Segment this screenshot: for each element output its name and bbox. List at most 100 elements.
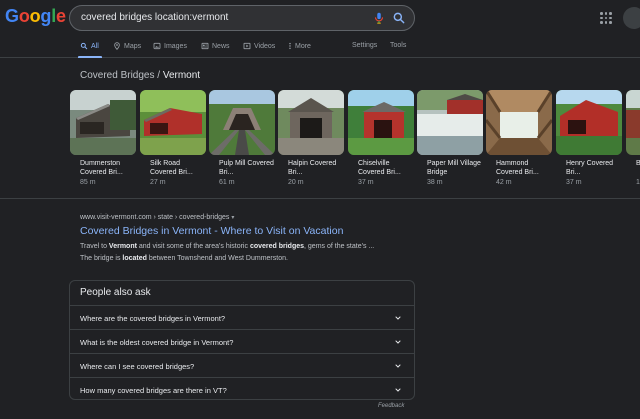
tab-all-label: All <box>91 42 99 50</box>
carousel-title-location[interactable]: Vermont <box>163 70 200 81</box>
card-distance: 14... <box>636 179 640 186</box>
snippet-text: The bridge is <box>80 255 123 262</box>
carousel-title: Covered Bridges / Vermont <box>80 70 200 81</box>
active-tab-indicator <box>78 56 102 58</box>
snippet-text: and visit some of the area's historic <box>136 243 250 250</box>
tab-videos-label: Videos <box>254 42 276 50</box>
url-menu-caret-icon[interactable]: ▾ <box>231 215 234 221</box>
chevron-down-icon <box>395 316 401 320</box>
search-result: www.visit-vermont.com › state › covered-… <box>80 214 420 265</box>
snippet-highlight: covered bridges <box>249 243 305 250</box>
snippet-highlight: located <box>122 255 147 262</box>
map-pin-icon <box>114 42 120 50</box>
paa-question-text: How many covered bridges are there in VT… <box>80 386 227 395</box>
apps-grid-icon[interactable] <box>600 12 612 24</box>
snippet-line: Travel to Vermont and visit some of the … <box>80 241 420 253</box>
search-input[interactable]: covered bridges location:vermont <box>81 12 228 23</box>
card-name: Dummerston Covered Bri... <box>80 160 123 176</box>
card-name: Paper Mill Village Bridge <box>427 160 481 176</box>
paa-question[interactable]: How many covered bridges are there in VT… <box>70 377 414 401</box>
carousel-card[interactable]: Dummerston Covered Bri... 85 m <box>70 90 136 187</box>
card-distance: 27 m <box>150 179 166 186</box>
account-avatar[interactable] <box>623 7 640 29</box>
carousel-card[interactable]: Bo... Co... 14... <box>626 90 640 187</box>
paa-question[interactable]: Where can I see covered bridges? <box>70 353 414 377</box>
section-divider <box>0 198 640 199</box>
feedback-link[interactable]: Feedback <box>378 403 404 409</box>
card-distance: 37 m <box>566 179 582 186</box>
tab-more[interactable]: More <box>288 42 311 50</box>
carousel-card[interactable]: Silk Road Covered Bri... 27 m <box>140 90 206 187</box>
result-url-text: www.visit-vermont.com › state › covered-… <box>80 214 230 221</box>
bridge-photo <box>626 90 640 155</box>
google-logo[interactable]: Google <box>5 6 66 27</box>
bridge-photo <box>140 90 206 155</box>
carousel-card[interactable]: Halpin Covered Bri... 20 m <box>278 90 344 187</box>
snippet-text: Travel to <box>80 243 109 250</box>
tab-all[interactable]: All <box>80 42 99 50</box>
tools-link[interactable]: Tools <box>390 42 406 49</box>
video-icon <box>243 42 251 50</box>
search-tabs: All Maps Images News Videos More Setting… <box>0 38 640 58</box>
snippet-text: between Townshend and West Dummerston. <box>146 255 288 262</box>
people-also-ask: People also ask Where are the covered br… <box>69 280 415 400</box>
card-name: Chiselville Covered Bri... <box>358 160 401 176</box>
tools-label: Tools <box>390 42 407 49</box>
tab-videos[interactable]: Videos <box>243 42 275 50</box>
bridge-photo <box>417 90 483 155</box>
card-distance: 85 m <box>80 179 96 186</box>
logo-letter: g <box>40 6 52 26</box>
tab-more-label: More <box>295 42 311 50</box>
logo-letter: e <box>56 6 66 26</box>
chevron-down-icon <box>395 340 401 344</box>
bridge-photo <box>209 90 275 155</box>
bridge-photo <box>486 90 552 155</box>
card-name: Bo... Co... <box>636 160 640 167</box>
card-name: Henry Covered Bri... <box>566 160 614 176</box>
card-distance: 37 m <box>358 179 374 186</box>
settings-label: Settings <box>352 42 378 49</box>
carousel-card[interactable]: Pulp Mill Covered Bri... 61 m <box>209 90 275 187</box>
carousel-title-separator: / <box>157 70 161 81</box>
card-distance: 20 m <box>288 179 304 186</box>
chevron-down-icon <box>395 388 401 392</box>
logo-letter: o <box>29 6 41 26</box>
tab-maps[interactable]: Maps <box>113 42 141 50</box>
tab-maps-label: Maps <box>124 42 142 50</box>
snippet-text: , gems of the state's ... <box>304 243 375 250</box>
tab-news-label: News <box>212 42 230 50</box>
result-url[interactable]: www.visit-vermont.com › state › covered-… <box>80 214 420 221</box>
result-title-link[interactable]: Covered Bridges in Vermont - Where to Vi… <box>80 225 420 237</box>
search-box[interactable]: covered bridges location:vermont <box>69 5 415 31</box>
card-name: Halpin Covered Bri... <box>288 160 337 176</box>
carousel-card[interactable]: Henry Covered Bri... 37 m <box>556 90 622 187</box>
paa-heading: People also ask <box>80 287 151 298</box>
card-name: Silk Road Covered Bri... <box>150 160 193 176</box>
paa-question-text: Where can I see covered bridges? <box>80 362 195 371</box>
bridge-photo <box>556 90 622 155</box>
carousel-card[interactable]: Chiselville Covered Bri... 37 m <box>348 90 414 187</box>
logo-letter: G <box>5 6 19 26</box>
settings-link[interactable]: Settings <box>352 42 377 49</box>
microphone-icon[interactable] <box>372 11 386 25</box>
snippet-highlight: Vermont <box>108 243 137 250</box>
paa-question-text: Where are the covered bridges in Vermont… <box>80 314 226 323</box>
paa-question[interactable]: What is the oldest covered bridge in Ver… <box>70 329 414 353</box>
bridges-carousel[interactable]: Dummerston Covered Bri... 85 m Silk Road… <box>70 90 640 190</box>
tab-news[interactable]: News <box>201 42 230 50</box>
paa-question[interactable]: Where are the covered bridges in Vermont… <box>70 305 414 329</box>
image-icon <box>153 42 161 50</box>
tab-images[interactable]: Images <box>153 42 187 50</box>
news-icon <box>201 42 209 50</box>
search-icon[interactable] <box>392 11 406 25</box>
carousel-card[interactable]: Paper Mill Village Bridge 38 m <box>417 90 483 187</box>
tab-images-label: Images <box>164 42 187 50</box>
logo-letter: o <box>18 6 30 26</box>
paa-question-text: What is the oldest covered bridge in Ver… <box>80 338 234 347</box>
card-distance: 38 m <box>427 179 443 186</box>
card-distance: 42 m <box>496 179 512 186</box>
card-name: Pulp Mill Covered Bri... <box>219 160 274 176</box>
search-icon <box>80 42 88 50</box>
more-vert-icon <box>289 42 291 50</box>
carousel-card[interactable]: Hammond Covered Bri... 42 m <box>486 90 552 187</box>
